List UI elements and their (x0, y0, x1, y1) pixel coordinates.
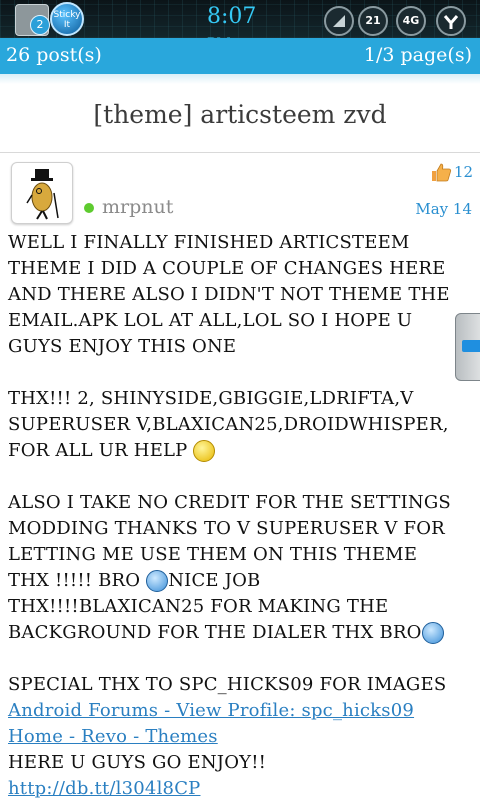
sticky-note-icon[interactable]: Sticky It (50, 2, 84, 36)
post-paragraph: THX!!! 2, SHINYSIDE,GBIGGIE,LDRIFTA,V SU… (8, 386, 456, 464)
smiley-emoticon-icon (193, 440, 216, 462)
post-paragraph: SPECIAL THX TO SPC_HICKS09 FOR IMAGES (8, 674, 447, 695)
download-link[interactable]: http://db.tt/l304l8CP (8, 776, 456, 802)
themes-link[interactable]: Home - Revo - Themes (8, 724, 456, 750)
post-paragraph: THX!!!!BLAXICAN25 FOR MAKING THE BACKGRO… (8, 594, 456, 646)
drawer-arrow-icon (462, 340, 480, 352)
wink-emoticon-icon (146, 570, 169, 592)
online-status-indicator (84, 203, 94, 213)
like-count: 12 (454, 163, 474, 181)
title-divider (0, 152, 480, 153)
avatar[interactable] (11, 162, 73, 224)
notification-count-badge: 2 (30, 15, 50, 35)
gallery-notification-icon[interactable]: 2 (15, 4, 50, 36)
post-paragraph: HERE U GUYS GO ENJOY!! (8, 752, 267, 773)
post-paragraph: WELL I FINALLY FINISHED ARTICSTEEM THEME… (8, 232, 450, 357)
post-author[interactable]: mrpnut (102, 196, 173, 218)
signal-bars-icon (324, 6, 354, 36)
post-date: May 14 (415, 200, 472, 218)
post-paragraph: ALSO I TAKE NO CREDIT FOR THE SETTINGS M… (8, 490, 456, 594)
post-body: WELL I FINALLY FINISHED ARTICSTEEM THEME… (8, 230, 456, 802)
post-text: THX!!!!BLAXICAN25 FOR MAKING THE BACKGRO… (8, 596, 422, 643)
status-bar: 2 Sticky It 8:07 PM 21 4G (0, 0, 480, 52)
like-counter[interactable]: 12 (430, 162, 473, 182)
side-drawer-handle[interactable] (455, 313, 480, 381)
battery-icon: 21 (358, 6, 388, 36)
peanut-mascot-icon (26, 169, 59, 220)
wifi-glyph (443, 15, 459, 29)
page-bar-shadow (0, 74, 480, 84)
network-4g-icon: 4G (396, 6, 426, 36)
post-text: NICE JOB (168, 570, 261, 591)
page-indicator[interactable]: 1/3 page(s) (364, 44, 472, 66)
signal-glyph (333, 15, 345, 27)
topic-title: [theme] articsteem zvd (93, 100, 387, 129)
clock-time: 8:07 (207, 4, 257, 29)
profile-link[interactable]: Android Forums - View Profile: spc_hicks… (8, 698, 456, 724)
post-count: 26 post(s) (6, 44, 102, 66)
thumbs-up-icon (432, 163, 452, 182)
wifi-y-icon (436, 6, 466, 36)
post-text: THX!!! 2, SHINYSIDE,GBIGGIE,LDRIFTA,V SU… (8, 388, 449, 461)
topic-page-bar: 26 post(s) 1/3 page(s) (0, 38, 480, 74)
wink-emoticon-icon (421, 622, 444, 644)
